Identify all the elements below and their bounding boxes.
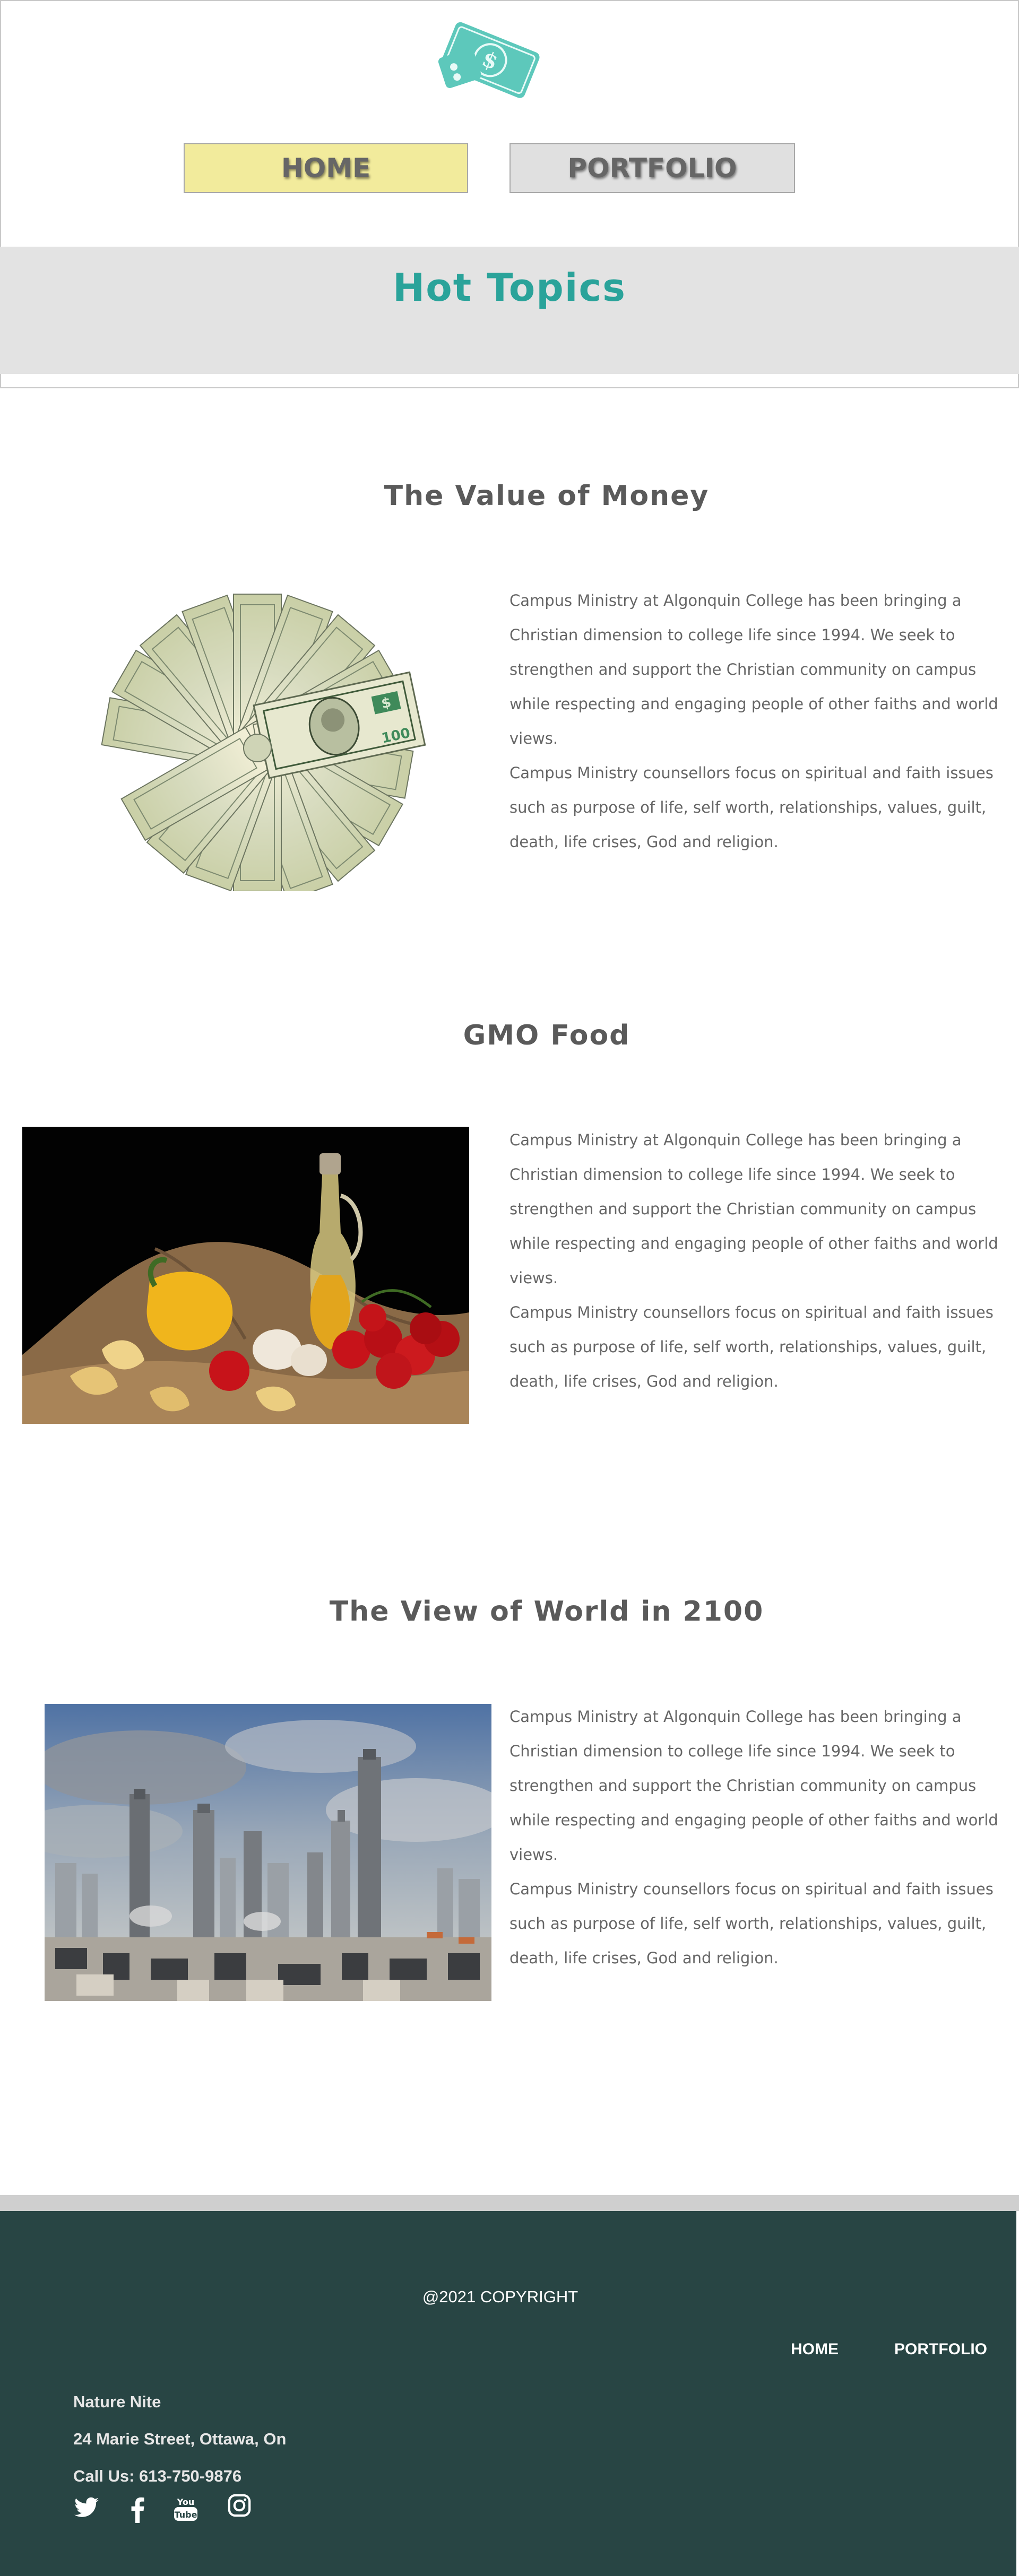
money-bill-icon: $ bbox=[438, 22, 540, 98]
section-money-paragraph-1: Campus Ministry at Algonquin College has… bbox=[510, 591, 998, 747]
svg-text:You: You bbox=[177, 2497, 195, 2507]
section-world-paragraph-2: Campus Ministry counsellors focus on spi… bbox=[510, 1880, 994, 1967]
youtube-icon[interactable]: You Tube bbox=[173, 2495, 198, 2522]
footer-portfolio-link[interactable]: PORTFOLIO bbox=[894, 2340, 987, 2359]
future-city-image bbox=[45, 1704, 491, 2001]
svg-text:Tube: Tube bbox=[175, 2510, 197, 2520]
footer-site-name: Nature Nite bbox=[73, 2392, 161, 2411]
nav-home-button[interactable]: HOME bbox=[184, 143, 468, 193]
twitter-icon[interactable] bbox=[73, 2496, 100, 2521]
section-title-gmo: GMO Food bbox=[463, 1020, 631, 1051]
section-title-money: The Value of Money bbox=[384, 480, 710, 512]
section-world-paragraph-1: Campus Ministry at Algonquin College has… bbox=[510, 1708, 998, 1864]
footer-divider bbox=[0, 2195, 1019, 2211]
footer-home-link[interactable]: HOME bbox=[791, 2340, 839, 2359]
money-fan-image: $ 100 bbox=[101, 594, 426, 891]
footer-address: 24 Marie Street, Ottawa, On bbox=[73, 2430, 287, 2448]
footer-phone[interactable]: Call Us: 613-750-9876 bbox=[73, 2467, 241, 2486]
nav-portfolio-button[interactable]: PORTFOLIO bbox=[510, 143, 795, 193]
instagram-icon[interactable] bbox=[227, 2493, 252, 2518]
page-title: Hot Topics bbox=[393, 265, 626, 310]
section-gmo-paragraph-1: Campus Ministry at Algonquin College has… bbox=[510, 1131, 998, 1287]
facebook-icon[interactable] bbox=[131, 2496, 144, 2523]
gmo-food-image bbox=[22, 1127, 469, 1424]
copyright-text: @2021 COPYRIGHT bbox=[422, 2287, 578, 2306]
section-title-world-2100: The View of World in 2100 bbox=[329, 1596, 764, 1628]
section-money-paragraph-2: Campus Ministry counsellors focus on spi… bbox=[510, 764, 994, 851]
section-gmo-paragraph-2: Campus Ministry counsellors focus on spi… bbox=[510, 1303, 994, 1390]
